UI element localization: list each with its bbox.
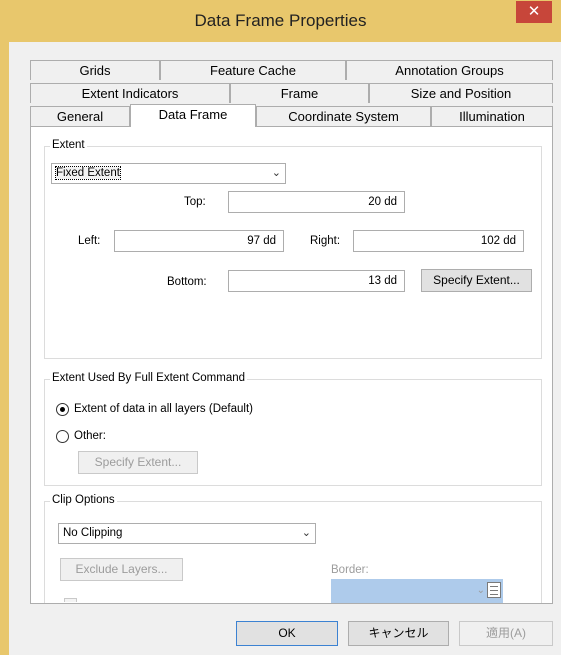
extent-group-title: Extent <box>50 139 87 151</box>
title-bar: Data Frame Properties ✕ <box>0 0 561 42</box>
window-frame <box>0 0 9 655</box>
tab-row-2: Extent Indicators Frame Size and Positio… <box>30 83 553 103</box>
exclude-layers-button[interactable]: Exclude Layers... <box>60 558 183 581</box>
radio-selected-dot <box>60 407 65 412</box>
bottom-input[interactable]: 13 dd <box>228 270 405 292</box>
border-symbol-field[interactable]: ⌄ <box>331 579 503 603</box>
specify-extent-button[interactable]: Specify Extent... <box>421 269 532 292</box>
cancel-button[interactable]: キャンセル <box>348 621 449 646</box>
radio-other[interactable] <box>56 430 69 443</box>
tab-data-frame[interactable]: Data Frame <box>130 104 256 127</box>
top-input[interactable]: 20 dd <box>228 191 405 213</box>
tab-annotation-groups[interactable]: Annotation Groups <box>346 60 553 80</box>
chevron-down-icon: ⌄ <box>271 167 281 179</box>
top-label: Top: <box>184 196 206 208</box>
bottom-label: Bottom: <box>167 276 207 288</box>
full-extent-group-title: Extent Used By Full Extent Command <box>50 372 248 384</box>
left-label: Left: <box>78 235 101 247</box>
right-label: Right: <box>310 235 341 247</box>
tab-illumination[interactable]: Illumination <box>431 106 553 126</box>
chevron-down-icon: ⌄ <box>301 527 311 539</box>
tab-row-3: General Data Frame Coordinate System Ill… <box>30 104 553 127</box>
symbol-selector-icon <box>487 582 501 598</box>
radio-extent-default-label[interactable]: Extent of data in all layers (Default) <box>74 403 253 415</box>
border-label: Border: <box>331 564 369 576</box>
right-input[interactable]: 102 dd <box>353 230 524 252</box>
left-input[interactable]: 97 dd <box>114 230 284 252</box>
tab-feature-cache[interactable]: Feature Cache <box>160 60 346 80</box>
specify-extent-disabled-button[interactable]: Specify Extent... <box>78 451 198 474</box>
apply-button[interactable]: 適用(A) <box>459 621 553 646</box>
dialog-title: Data Frame Properties <box>194 11 367 30</box>
data-frame-panel: Extent Fixed Extent ⌄ Top: 20 dd Left: 9… <box>30 126 553 604</box>
icon-line <box>490 590 498 591</box>
tab-size-and-position[interactable]: Size and Position <box>369 83 553 103</box>
tab-grids[interactable]: Grids <box>30 60 160 80</box>
clip-options-group-title: Clip Options <box>50 494 117 506</box>
chevron-down-icon: ⌄ <box>476 585 485 596</box>
tab-general[interactable]: General <box>30 106 130 126</box>
tab-row-1: Grids Feature Cache Annotation Groups <box>30 60 553 80</box>
clip-mode-value: No Clipping <box>63 527 123 539</box>
tab-extent-indicators[interactable]: Extent Indicators <box>30 83 230 103</box>
clip-mode-combo[interactable]: No Clipping ⌄ <box>58 523 316 544</box>
extent-mode-combo[interactable]: Fixed Extent ⌄ <box>51 163 286 184</box>
icon-line <box>490 594 498 595</box>
radio-other-label[interactable]: Other: <box>74 430 106 442</box>
close-button[interactable]: ✕ <box>516 1 552 23</box>
icon-line <box>490 586 498 587</box>
clip-checkbox[interactable] <box>64 598 77 602</box>
extent-mode-value: Fixed Extent <box>55 166 121 180</box>
ok-button[interactable]: OK <box>236 621 338 646</box>
tab-coordinate-system[interactable]: Coordinate System <box>256 106 431 126</box>
radio-extent-default[interactable] <box>56 403 69 416</box>
tab-frame[interactable]: Frame <box>230 83 369 103</box>
data-frame-properties-dialog: Data Frame Properties ✕ Grids Feature Ca… <box>0 0 561 655</box>
